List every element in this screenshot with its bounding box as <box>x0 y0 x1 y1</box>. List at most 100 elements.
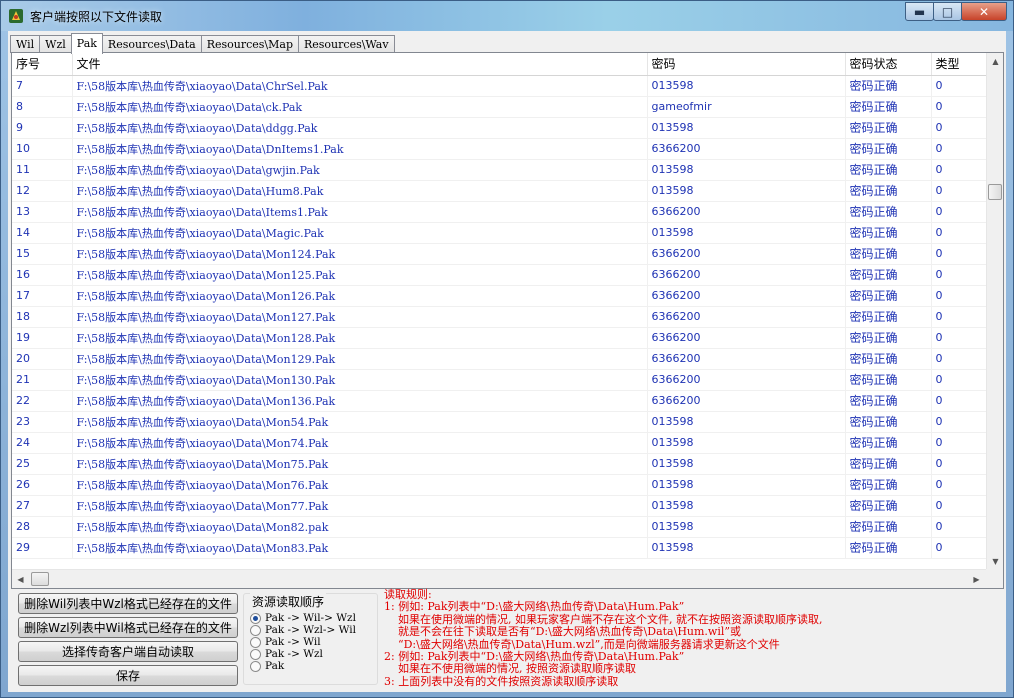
row-password-status: 密码正确 <box>845 96 932 118</box>
delete-wzl-duplicates-button[interactable]: 删除Wzl列表中Wil格式已经存在的文件 <box>18 617 238 638</box>
table-row[interactable]: 18 F:\58版本库\热血传奇\xiaoyao\Data\Mon127.Pak 6… <box>12 306 986 328</box>
row-password: 6366200 <box>647 138 846 160</box>
table-row[interactable]: 14 F:\58版本库\热血传奇\xiaoyao\Data\Magic.Pak 01… <box>12 222 986 244</box>
resource-order-option-label: Pak -> Wzl-> Wil <box>265 624 356 636</box>
tab-resources-data[interactable]: Resources\Data <box>101 35 202 53</box>
table-row[interactable]: 12 F:\58版本库\热血传奇\xiaoyao\Data\Hum8.Pak 013… <box>12 180 986 202</box>
tab-pak[interactable]: Pak <box>70 33 103 54</box>
tab-wil[interactable]: Wil <box>10 35 41 53</box>
horizontal-scrollbar[interactable]: ◀ ▶ <box>12 569 986 588</box>
scroll-down-icon[interactable]: ▼ <box>988 553 1003 569</box>
delete-wil-duplicates-button[interactable]: 删除Wil列表中Wzl格式已经存在的文件 <box>18 593 238 614</box>
table-row[interactable]: 25 F:\58版本库\热血传奇\xiaoyao\Data\Mon75.Pak 01… <box>12 453 986 475</box>
column-header[interactable]: 类型 <box>931 53 986 76</box>
table-row[interactable]: 21 F:\58版本库\热血传奇\xiaoyao\Data\Mon130.Pak 6… <box>12 369 986 391</box>
tab-wzl[interactable]: Wzl <box>39 35 72 53</box>
scroll-right-icon[interactable]: ▶ <box>969 571 984 587</box>
table-row[interactable]: 15 F:\58版本库\热血传奇\xiaoyao\Data\Mon124.Pak 6… <box>12 243 986 265</box>
radio-button-icon[interactable] <box>250 636 261 648</box>
row-file-path: F:\58版本库\热血传奇\xiaoyao\Data\Mon124.Pak <box>72 243 648 265</box>
app-icon <box>9 9 23 23</box>
table-row[interactable]: 20 F:\58版本库\热血传奇\xiaoyao\Data\Mon129.Pak 6… <box>12 348 986 370</box>
row-password-status: 密码正确 <box>845 306 932 328</box>
table-row[interactable]: 27 F:\58版本库\热血传奇\xiaoyao\Data\Mon77.Pak 01… <box>12 495 986 517</box>
column-header[interactable]: 密码 <box>647 53 846 76</box>
row-type: 0 <box>931 75 986 97</box>
row-index: 29 <box>12 537 73 559</box>
row-file-path: F:\58版本库\热血传奇\xiaoyao\Data\Mon130.Pak <box>72 369 648 391</box>
maximize-button[interactable]: □ <box>933 2 962 21</box>
row-file-path: F:\58版本库\热血传奇\xiaoyao\Data\Mon83.Pak <box>72 537 648 559</box>
resource-order-option-label: Pak -> Wil-> Wzl <box>265 612 356 624</box>
row-type: 0 <box>931 138 986 160</box>
column-header[interactable]: 密码状态 <box>845 53 932 76</box>
vertical-scroll-thumb[interactable] <box>988 184 1002 200</box>
radio-button-icon[interactable] <box>250 648 261 660</box>
tab-resources-map[interactable]: Resources\Map <box>200 35 299 53</box>
vertical-scrollbar[interactable]: ▲ ▼ <box>986 53 1003 569</box>
table-row[interactable]: 23 F:\58版本库\热血传奇\xiaoyao\Data\Mon54.Pak 01… <box>12 411 986 433</box>
table-row[interactable]: 24 F:\58版本库\热血传奇\xiaoyao\Data\Mon74.Pak 01… <box>12 432 986 454</box>
row-password: 013598 <box>647 411 846 433</box>
row-password-status: 密码正确 <box>845 159 932 181</box>
resource-order-option[interactable]: Pak -> Wzl <box>250 648 323 660</box>
table-row[interactable]: 9 F:\58版本库\热血传奇\xiaoyao\Data\ddgg.Pak 0135… <box>12 117 986 139</box>
close-button[interactable]: ✕ <box>961 2 1007 21</box>
radio-button-icon[interactable] <box>250 624 261 636</box>
row-index: 27 <box>12 495 73 517</box>
scroll-left-icon[interactable]: ◀ <box>13 571 28 587</box>
row-password: 013598 <box>647 75 846 97</box>
title-bar[interactable]: 客户端按照以下文件读取 ▬ □ ✕ <box>1 1 1013 31</box>
select-client-button[interactable]: 选择传奇客户端自动读取 <box>18 641 238 662</box>
resource-order-option[interactable]: Pak -> Wzl-> Wil <box>250 624 356 636</box>
column-header[interactable]: 文件 <box>72 53 648 76</box>
row-type: 0 <box>931 306 986 328</box>
radio-button-icon[interactable] <box>250 612 261 624</box>
save-button[interactable]: 保存 <box>18 665 238 686</box>
row-password-status: 密码正确 <box>845 516 932 538</box>
table-row[interactable]: 13 F:\58版本库\热血传奇\xiaoyao\Data\Items1.Pak 6… <box>12 201 986 223</box>
resource-order-option[interactable]: Pak -> Wil <box>250 636 321 648</box>
table-row[interactable]: 28 F:\58版本库\热血传奇\xiaoyao\Data\Mon82.pak 01… <box>12 516 986 538</box>
table-row[interactable]: 26 F:\58版本库\热血传奇\xiaoyao\Data\Mon76.Pak 01… <box>12 474 986 496</box>
horizontal-scroll-thumb[interactable] <box>31 572 49 586</box>
scroll-up-icon[interactable]: ▲ <box>988 53 1003 69</box>
table-row[interactable]: 10 F:\58版本库\热血传奇\xiaoyao\Data\DnItems1.Pa… <box>12 138 986 160</box>
table-row[interactable]: 19 F:\58版本库\热血传奇\xiaoyao\Data\Mon128.Pak 6… <box>12 327 986 349</box>
table-row[interactable]: 8 F:\58版本库\热血传奇\xiaoyao\Data\ck.Pak gameof… <box>12 96 986 118</box>
tab-resources-wav[interactable]: Resources\Wav <box>298 35 395 53</box>
row-password-status: 密码正确 <box>845 201 932 223</box>
row-password: 013598 <box>647 453 846 475</box>
table-row[interactable]: 29 F:\58版本库\热血传奇\xiaoyao\Data\Mon83.Pak 01… <box>12 537 986 559</box>
resource-order-option[interactable]: Pak -> Wil-> Wzl <box>250 612 356 624</box>
row-type: 0 <box>931 432 986 454</box>
row-password: 013598 <box>647 222 846 244</box>
column-header[interactable]: 序号 <box>12 53 73 76</box>
table-row[interactable]: 22 F:\58版本库\热血传奇\xiaoyao\Data\Mon136.Pak 6… <box>12 390 986 412</box>
row-type: 0 <box>931 348 986 370</box>
row-type: 0 <box>931 516 986 538</box>
row-type: 0 <box>931 117 986 139</box>
row-index: 9 <box>12 117 73 139</box>
row-password: 013598 <box>647 516 846 538</box>
row-password: 013598 <box>647 537 846 559</box>
table-row[interactable]: 7 F:\58版本库\热血传奇\xiaoyao\Data\ChrSel.Pak 01… <box>12 75 986 97</box>
scroll-corner <box>986 569 1003 588</box>
row-file-path: F:\58版本库\热血传奇\xiaoyao\Data\ChrSel.Pak <box>72 75 648 97</box>
row-password-status: 密码正确 <box>845 432 932 454</box>
row-password-status: 密码正确 <box>845 453 932 475</box>
minimize-button[interactable]: ▬ <box>905 2 934 21</box>
radio-button-icon[interactable] <box>250 660 261 672</box>
table-row[interactable]: 16 F:\58版本库\热血传奇\xiaoyao\Data\Mon125.Pak 6… <box>12 264 986 286</box>
row-type: 0 <box>931 285 986 307</box>
row-password: 6366200 <box>647 327 846 349</box>
row-type: 0 <box>931 222 986 244</box>
resource-order-option[interactable]: Pak <box>250 660 284 672</box>
row-index: 19 <box>12 327 73 349</box>
row-file-path: F:\58版本库\热血传奇\xiaoyao\Data\ddgg.Pak <box>72 117 648 139</box>
row-file-path: F:\58版本库\热血传奇\xiaoyao\Data\Mon129.Pak <box>72 348 648 370</box>
table-row[interactable]: 17 F:\58版本库\热血传奇\xiaoyao\Data\Mon126.Pak 6… <box>12 285 986 307</box>
row-password: 6366200 <box>647 390 846 412</box>
table-row[interactable]: 11 F:\58版本库\热血传奇\xiaoyao\Data\gwjin.Pak 01… <box>12 159 986 181</box>
row-password: gameofmir <box>647 96 846 118</box>
